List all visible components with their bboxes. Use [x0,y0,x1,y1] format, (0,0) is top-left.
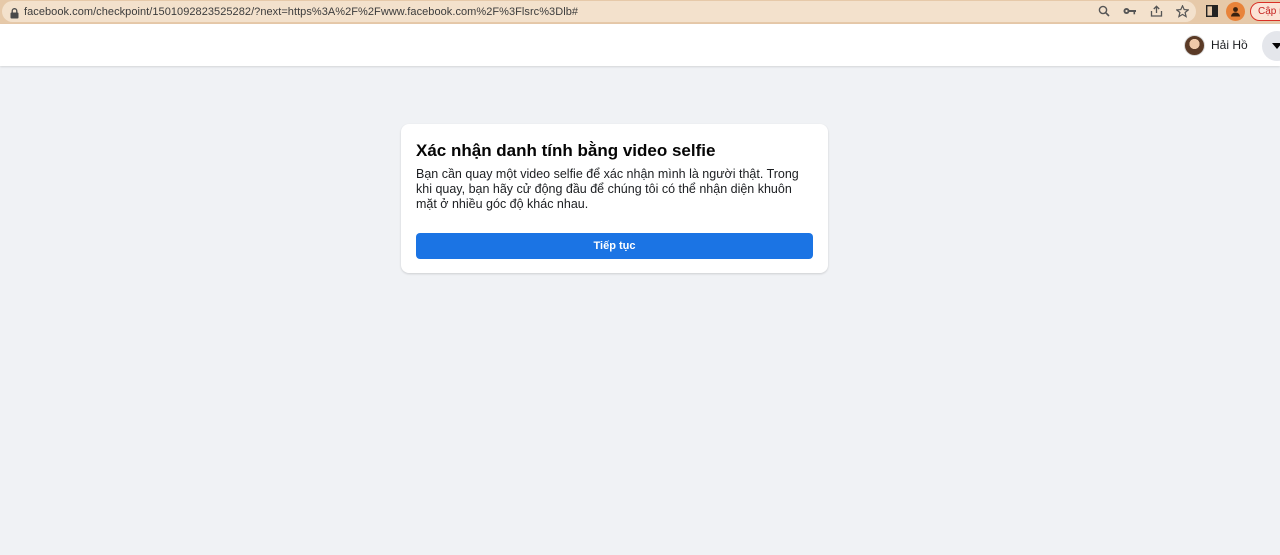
card-description: Bạn cần quay một video selfie để xác nhậ… [416,167,799,211]
user-name[interactable]: Hải Hồ [1211,38,1248,52]
zoom-icon[interactable] [1096,3,1112,19]
share-icon[interactable] [1148,3,1164,19]
continue-button[interactable]: Tiếp tục [416,233,813,259]
update-button[interactable]: Cập n [1250,2,1280,21]
bookmark-star-icon[interactable] [1174,3,1190,19]
url-text[interactable]: facebook.com/checkpoint/1501092823525282… [24,6,578,18]
facebook-header: Hải Hồ [0,24,1280,66]
avatar[interactable] [1184,34,1205,56]
key-icon[interactable] [1122,3,1138,19]
profile-icon[interactable] [1226,2,1245,21]
browser-toolbar: facebook.com/checkpoint/1501092823525282… [0,0,1280,24]
verification-card: Xác nhận danh tính bằng video selfie Bạn… [401,124,828,273]
address-bar[interactable]: facebook.com/checkpoint/1501092823525282… [2,1,1196,22]
user-profile-link[interactable]: Hải Hồ [1184,32,1248,58]
card-title: Xác nhận danh tính bằng video selfie [416,141,716,160]
side-panel-icon[interactable] [1205,4,1219,18]
lock-icon[interactable] [10,6,19,19]
account-menu-button[interactable] [1262,31,1280,61]
caret-down-icon [1272,43,1280,49]
address-bar-actions [1096,3,1190,19]
